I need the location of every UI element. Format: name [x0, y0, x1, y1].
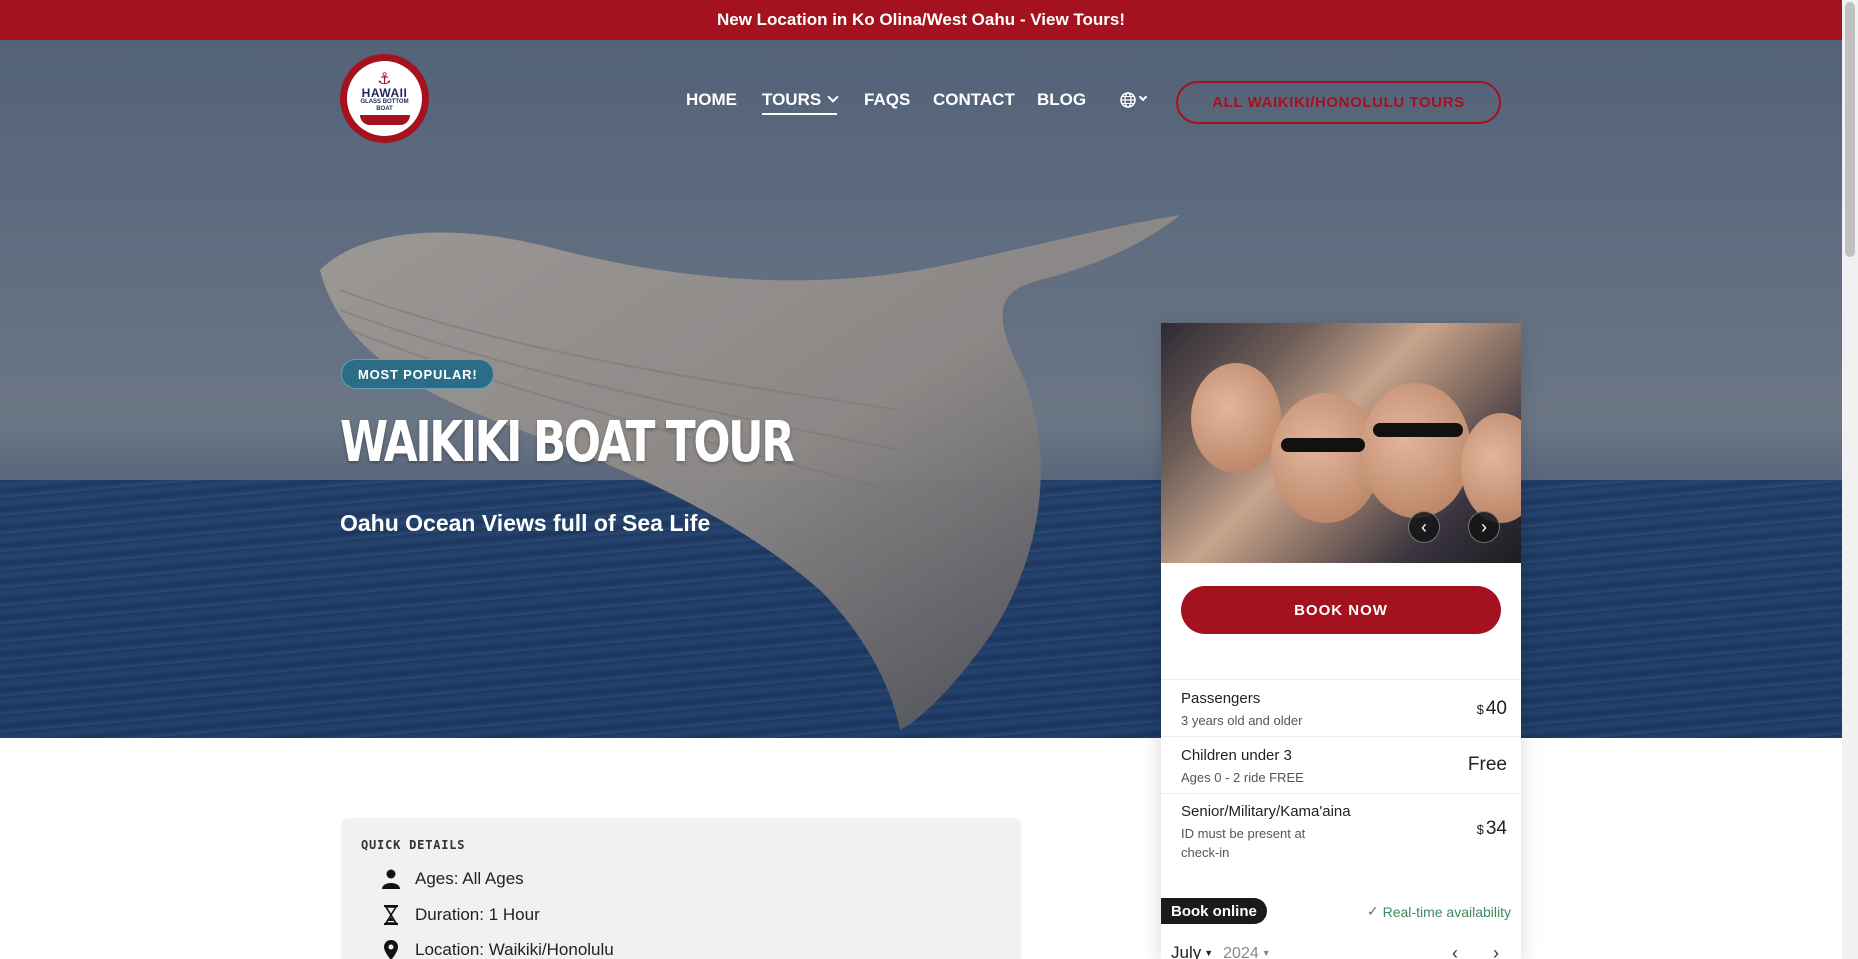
- price-row-desc: ID must be present at check-in: [1181, 826, 1306, 860]
- calendar-prev-button[interactable]: ‹: [1452, 943, 1458, 959]
- quick-detail-ages: Ages: All Ages: [381, 868, 524, 890]
- photo-sunglasses: [1373, 423, 1463, 437]
- book-online-label: Book online: [1161, 898, 1267, 924]
- price-value: $40: [1477, 698, 1507, 720]
- realtime-text: Real-time availability: [1382, 903, 1511, 920]
- nav-tours-label: TOURS: [762, 90, 822, 109]
- quick-detail-text: Ages: All Ages: [415, 869, 524, 888]
- price-row-name: Children under 3: [1181, 747, 1292, 764]
- quick-detail-duration: Duration: 1 Hour: [381, 904, 540, 926]
- person-icon: [381, 868, 401, 890]
- hourglass-icon: [381, 904, 401, 926]
- chevron-right-icon: ›: [1481, 516, 1487, 537]
- price-row-desc: Ages 0 - 2 ride FREE: [1181, 770, 1304, 785]
- price-row-children[interactable]: Children under 3 Ages 0 - 2 ride FREE Fr…: [1161, 736, 1521, 793]
- page: New Location in Ko Olina/West Oahu - Vie…: [0, 0, 1858, 959]
- price-value: $34: [1477, 818, 1507, 840]
- year-value: 2024: [1223, 945, 1259, 959]
- globe-icon: [1120, 92, 1136, 108]
- price-amount: 40: [1485, 698, 1507, 719]
- nav-contact[interactable]: CONTACT: [933, 90, 1015, 110]
- price-amount: Free: [1467, 754, 1507, 775]
- hero-overlay: [0, 40, 1842, 738]
- language-selector[interactable]: [1120, 92, 1148, 108]
- price-row-senior[interactable]: Senior/Military/Kama'aina ID must be pre…: [1161, 793, 1521, 869]
- quick-detail-text: Location: Waikiki/Honolulu: [415, 940, 614, 959]
- chevron-left-icon: ‹: [1421, 516, 1427, 537]
- photo-person: [1191, 363, 1281, 473]
- anchor-icon: ⚓: [377, 70, 392, 88]
- carousel-prev-button[interactable]: ‹: [1408, 511, 1440, 543]
- photo-person: [1461, 413, 1521, 523]
- calendar-next-button[interactable]: ›: [1493, 943, 1499, 959]
- carousel-next-button[interactable]: ›: [1468, 511, 1500, 543]
- chevron-down-icon: [827, 91, 839, 103]
- realtime-availability: ✓ Real-time availability: [1367, 903, 1511, 920]
- caret-down-icon: ▼: [1261, 948, 1271, 958]
- caret-down-icon: ▼: [1204, 948, 1214, 958]
- price-row-name: Passengers: [1181, 690, 1261, 707]
- most-popular-badge: MOST POPULAR!: [341, 359, 495, 389]
- all-tours-button[interactable]: ALL WAIKIKI/HONOLULU TOURS: [1176, 81, 1501, 124]
- calendar-header: July ▼ 2024 ▼: [1171, 943, 1271, 959]
- month-value: July: [1171, 943, 1202, 959]
- nav-home[interactable]: HOME: [686, 90, 737, 110]
- quick-detail-text: Duration: 1 Hour: [415, 905, 540, 924]
- logo-badge: ⚓ HAWAII GLASS BOTTOM BOAT: [347, 61, 422, 136]
- nav-faqs[interactable]: FAQS: [864, 90, 910, 110]
- photo-person: [1361, 383, 1471, 518]
- year-select[interactable]: 2024 ▼: [1223, 945, 1271, 959]
- quick-detail-location: Location: Waikiki/Honolulu: [381, 939, 614, 959]
- month-select[interactable]: July ▼: [1171, 943, 1213, 959]
- location-pin-icon: [381, 939, 401, 959]
- price-row-passengers[interactable]: Passengers 3 years old and older $40: [1161, 679, 1521, 736]
- price-row-name: Senior/Military/Kama'aina: [1181, 803, 1351, 820]
- logo-line-1: HAWAII: [361, 85, 408, 100]
- photo-sunglasses: [1281, 438, 1365, 452]
- hero-section: [0, 40, 1842, 738]
- price-value: Free: [1466, 754, 1507, 776]
- price-amount: 34: [1485, 818, 1507, 839]
- quick-details-panel: QUICK DETAILS Ages: All Ages Duration: 1…: [341, 818, 1021, 959]
- chevron-down-icon: [1138, 92, 1148, 102]
- book-now-button[interactable]: BOOK NOW: [1181, 586, 1501, 634]
- tour-photo-carousel[interactable]: ‹ ›: [1161, 323, 1521, 563]
- logo-line-2: GLASS BOTTOM: [360, 98, 409, 105]
- announcement-bar[interactable]: New Location in Ko Olina/West Oahu - Vie…: [0, 0, 1842, 40]
- page-scrollbar[interactable]: [1842, 0, 1858, 959]
- site-logo[interactable]: ⚓ HAWAII GLASS BOTTOM BOAT: [340, 54, 429, 143]
- price-row-desc: 3 years old and older: [1181, 713, 1303, 728]
- hero-subtitle: Oahu Ocean Views full of Sea Life: [340, 510, 711, 536]
- announcement-text[interactable]: New Location in Ko Olina/West Oahu - Vie…: [717, 10, 1125, 30]
- booking-card: ‹ › BOOK NOW Passengers 3 years old and …: [1161, 323, 1521, 959]
- nav-blog[interactable]: BLOG: [1037, 90, 1086, 110]
- check-icon: ✓: [1366, 903, 1379, 919]
- currency-symbol: $: [1476, 702, 1484, 717]
- quick-details-title: QUICK DETAILS: [361, 838, 466, 852]
- scrollbar-thumb[interactable]: [1845, 2, 1855, 257]
- hero-title: WAIKIKI BOAT TOUR: [340, 410, 795, 475]
- nav-tours[interactable]: TOURS: [762, 90, 839, 115]
- currency-symbol: $: [1476, 822, 1484, 837]
- logo-line-3: BOAT: [376, 105, 393, 112]
- logo-wave: [359, 114, 410, 125]
